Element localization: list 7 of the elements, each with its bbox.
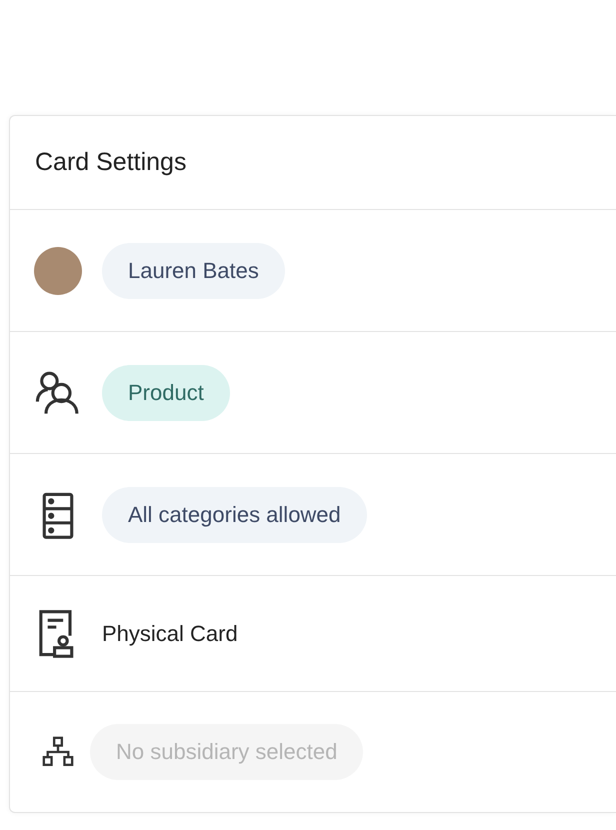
setting-tag: Product <box>102 364 230 420</box>
setting-tag: No subsidiary selected <box>90 724 364 780</box>
setting-label: Physical Card <box>102 620 238 646</box>
avatar-photo-placeholder <box>34 246 82 294</box>
setting-tag: All categories allowed <box>102 486 367 542</box>
setting-tag: Lauren Bates <box>102 242 285 298</box>
card-title: Card Settings <box>35 148 186 177</box>
